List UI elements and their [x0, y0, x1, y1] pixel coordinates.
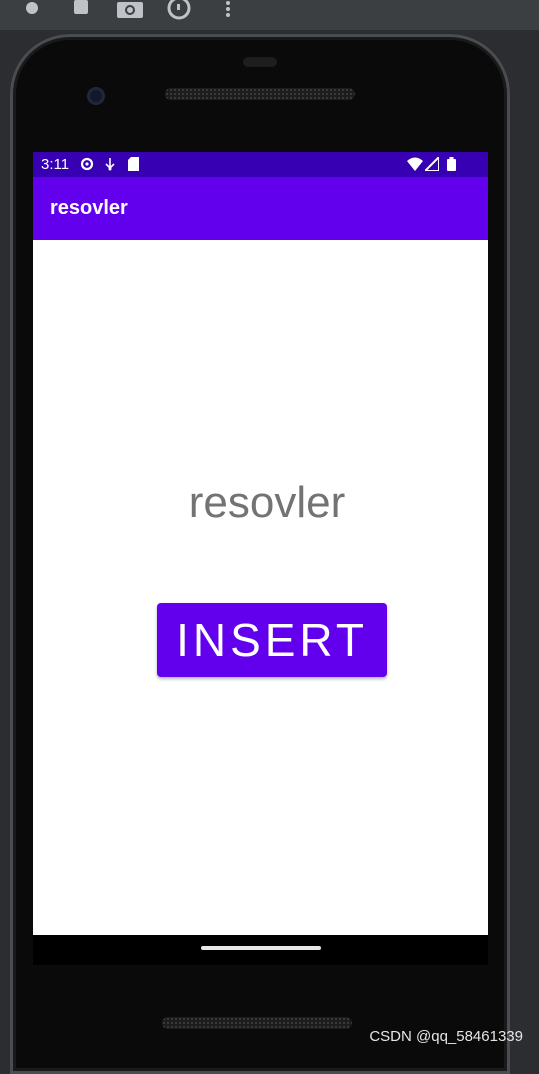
main-text: resovler [188, 478, 346, 527]
top-sensor [243, 57, 277, 67]
status-bar: 3:11 [33, 152, 488, 177]
home-gesture-bar[interactable] [201, 946, 321, 950]
wifi-icon [407, 157, 423, 171]
record-icon[interactable] [26, 2, 38, 14]
camera-icon[interactable] [116, 0, 144, 20]
usb-icon [105, 158, 115, 171]
insert-button[interactable]: INSERT [157, 603, 387, 677]
emulator-toolbar [0, 0, 539, 30]
app-title: resovler [50, 197, 128, 219]
battery-icon [447, 157, 456, 171]
bottom-speaker [162, 1017, 352, 1029]
watermark: CSDN @qq_58461339 [369, 1028, 523, 1045]
app-bar: resovler [33, 177, 488, 240]
navigation-bar [33, 935, 488, 965]
status-time: 3:11 [41, 156, 70, 173]
signal-icon [425, 157, 439, 171]
top-speaker [165, 88, 355, 100]
stop-icon[interactable] [74, 0, 88, 14]
sd-card-icon [128, 157, 139, 171]
settings-icon [80, 157, 94, 171]
more-icon[interactable] [222, 0, 234, 20]
device-screen: 3:11 resovler resovler INSERT [33, 152, 488, 935]
rotate-icon[interactable] [165, 0, 193, 22]
front-camera-icon [87, 87, 105, 105]
